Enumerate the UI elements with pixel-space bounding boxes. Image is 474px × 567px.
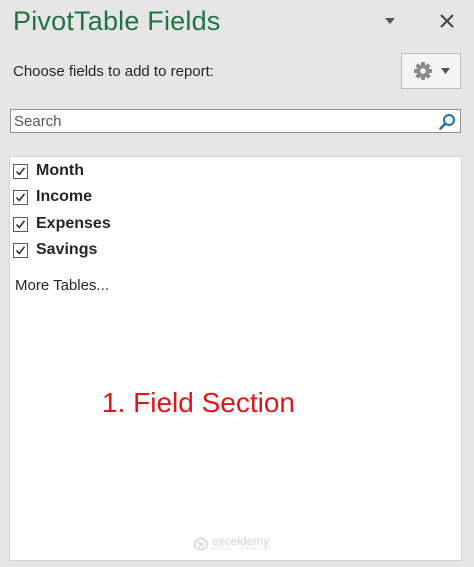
field-label: Income (36, 188, 93, 205)
field-item-expenses[interactable]: Expenses (13, 214, 111, 234)
search-box (10, 109, 461, 133)
tools-button[interactable] (401, 53, 461, 89)
checkbox-checked-icon[interactable] (13, 163, 28, 179)
field-label: Month (36, 162, 84, 179)
exceldemy-logo-icon (194, 537, 208, 551)
gear-icon (413, 62, 432, 80)
task-pane-options-button[interactable] (377, 8, 403, 34)
field-item-income[interactable]: Income (13, 187, 92, 207)
close-icon (440, 14, 454, 28)
more-tables-link[interactable]: More Tables... (15, 277, 109, 294)
field-item-savings[interactable]: Savings (13, 240, 97, 260)
search-input[interactable] (11, 110, 431, 132)
chevron-down-icon (385, 18, 395, 24)
watermark-name: exceldemy (212, 534, 270, 548)
dropdown-arrow-icon (440, 68, 450, 74)
checkbox-checked-icon[interactable] (13, 216, 28, 232)
close-pane-button[interactable] (434, 8, 460, 34)
search-icon[interactable] (438, 112, 456, 130)
field-list: Month Income Expenses Savings More Table… (9, 156, 462, 561)
checkbox-checked-icon[interactable] (13, 242, 28, 258)
pane-title: PivotTable Fields (13, 6, 221, 36)
choose-fields-label: Choose fields to add to report: (13, 63, 214, 80)
annotation-label: 1. Field Section (102, 387, 295, 418)
field-item-month[interactable]: Month (13, 161, 84, 181)
checkbox-checked-icon[interactable] (13, 189, 28, 205)
watermark-tagline: EXCEL · DATA · BI (212, 546, 272, 552)
field-label: Savings (36, 241, 98, 258)
watermark-logo: exceldemy EXCEL · DATA · BI (194, 534, 272, 552)
field-label: Expenses (36, 215, 111, 232)
